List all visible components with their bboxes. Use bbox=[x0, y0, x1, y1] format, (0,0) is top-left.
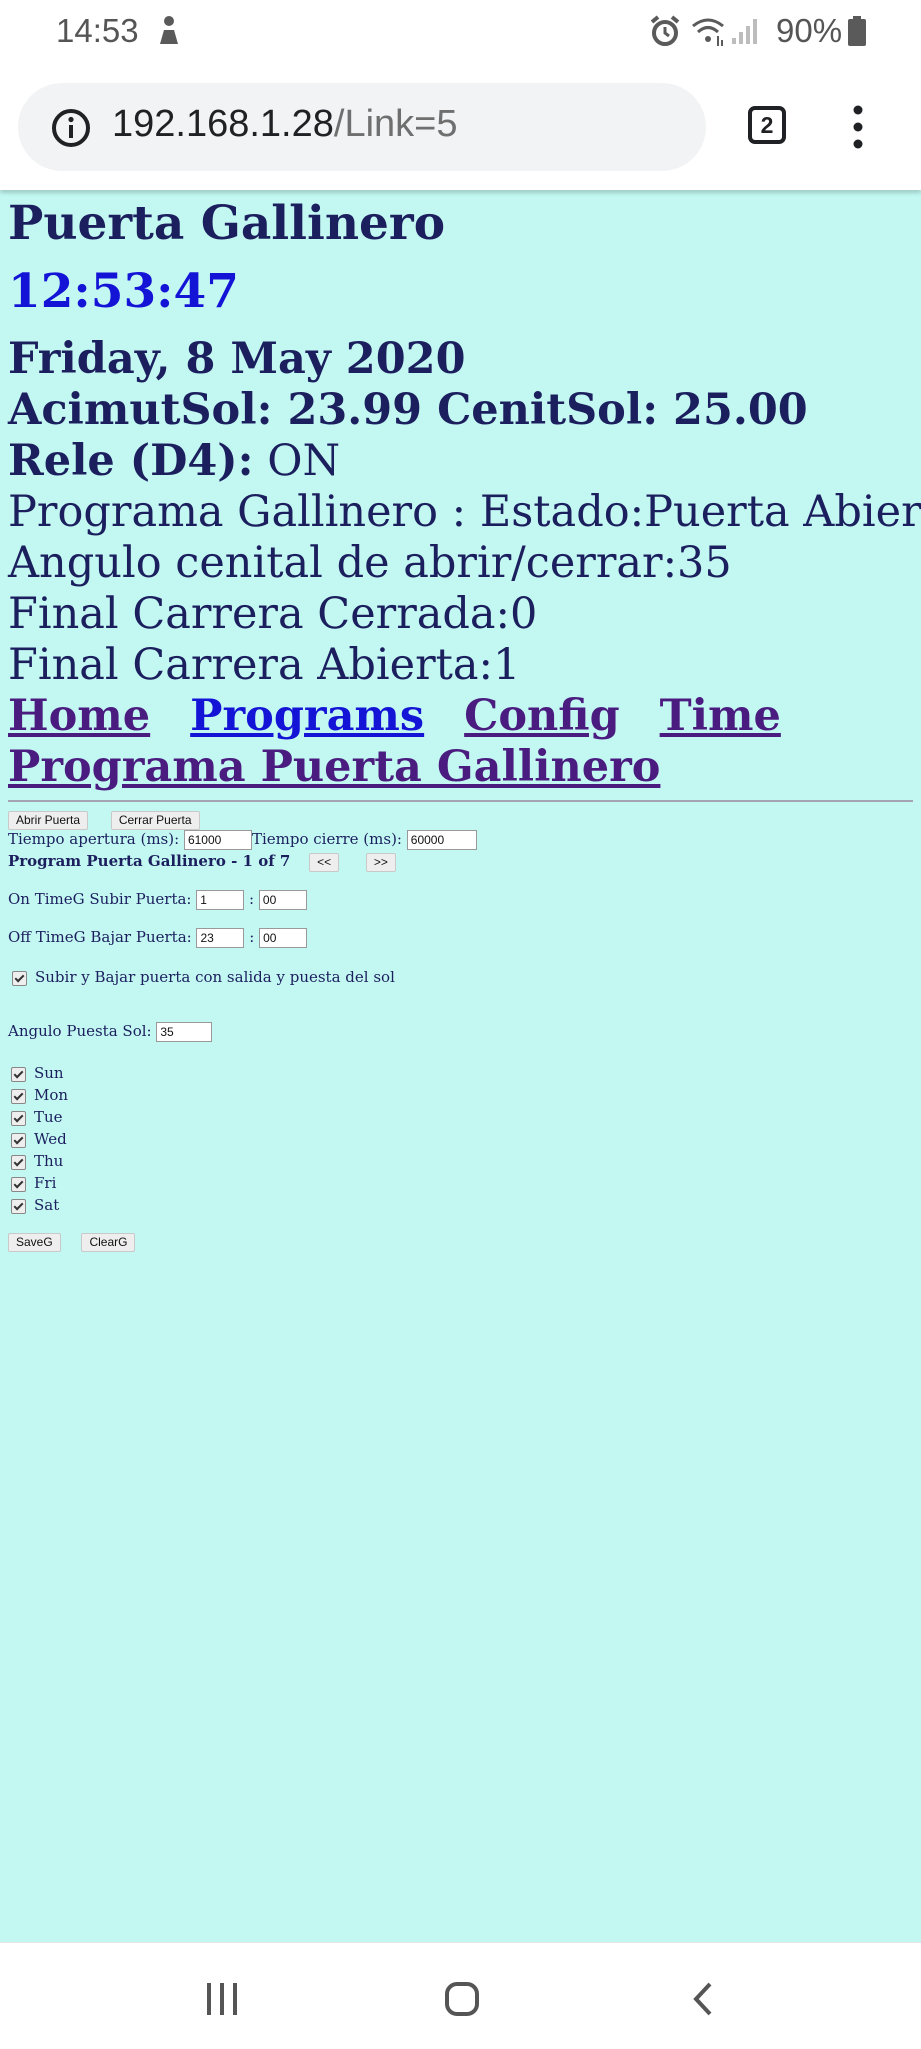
link-time[interactable]: Time bbox=[660, 691, 781, 741]
recents-icon[interactable] bbox=[204, 1981, 240, 2017]
close-time-label: Tiempo cierre (ms): bbox=[251, 830, 402, 848]
day-label-fri: Fri bbox=[34, 1174, 57, 1192]
address-bar[interactable]: 192.168.1.28/Link=5 bbox=[18, 83, 706, 171]
open-time-input[interactable]: 61000 bbox=[183, 830, 252, 850]
day-wed: Wed bbox=[11, 1130, 67, 1148]
day-checkbox-mon[interactable] bbox=[11, 1088, 26, 1104]
day-checkbox-fri[interactable] bbox=[11, 1176, 26, 1192]
page-title: Puerta Gallinero bbox=[8, 196, 446, 251]
home-icon[interactable] bbox=[444, 1981, 480, 2017]
sunset-angle-input[interactable]: 35 bbox=[156, 1022, 213, 1042]
zenith-angle: Angulo cenital de abrir/cerrar:35 bbox=[8, 538, 732, 588]
open-door-button[interactable]: Abrir Puerta bbox=[8, 811, 89, 830]
signal-icon bbox=[732, 19, 757, 44]
program-label: Program Puerta Gallinero - 1 of 7 bbox=[8, 852, 291, 870]
day-thu: Thu bbox=[11, 1152, 63, 1170]
browser-toolbar: 192.168.1.28/Link=5 2 bbox=[0, 68, 921, 190]
link-home[interactable]: Home bbox=[8, 691, 150, 741]
next-program-button[interactable]: >> bbox=[365, 853, 396, 872]
azimuth-value: 23.99 bbox=[287, 385, 423, 435]
sun-option-label: Subir y Bajar puerta con salida y puesta… bbox=[35, 968, 395, 986]
day-label-sat: Sat bbox=[34, 1196, 60, 1214]
program-status: Programa Gallinero : Estado:Puerta Abier… bbox=[8, 487, 921, 537]
url-text[interactable]: 192.168.1.28/Link=5 bbox=[112, 103, 457, 146]
save-button[interactable]: SaveG bbox=[8, 1233, 61, 1252]
battery-icon bbox=[848, 16, 866, 46]
back-icon[interactable] bbox=[688, 1981, 718, 2017]
url-host: 192.168.1.28 bbox=[112, 103, 334, 145]
day-sat: Sat bbox=[11, 1196, 59, 1214]
day-checkbox-tue[interactable] bbox=[11, 1110, 26, 1126]
sun-position-line: AcimutSol: 23.99 CenitSol: 25.00 bbox=[8, 385, 913, 436]
day-checkbox-sun[interactable] bbox=[11, 1066, 26, 1082]
zenith-value: 25.00 bbox=[673, 385, 808, 435]
link-config[interactable]: Config bbox=[464, 691, 620, 741]
day-label-tue: Tue bbox=[34, 1108, 63, 1126]
url-path: /Link=5 bbox=[333, 103, 458, 145]
off-minute-input[interactable]: 00 bbox=[259, 928, 308, 948]
off-hour-input[interactable]: 23 bbox=[196, 928, 245, 948]
on-minute-input[interactable]: 00 bbox=[258, 890, 307, 910]
azimuth-label: AcimutSol: bbox=[8, 385, 273, 435]
limit-closed: Final Carrera Cerrada:0 bbox=[8, 589, 538, 639]
day-fri: Fri bbox=[11, 1174, 56, 1192]
info-icon[interactable] bbox=[50, 107, 92, 149]
system-nav-bar bbox=[0, 1942, 921, 2049]
day-tue: Tue bbox=[11, 1108, 63, 1126]
close-door-button[interactable]: Cerrar Puerta bbox=[110, 811, 200, 830]
sun-option-checkbox[interactable] bbox=[12, 970, 27, 986]
day-checkbox-thu[interactable] bbox=[11, 1154, 26, 1170]
prev-program-button[interactable]: << bbox=[309, 853, 340, 872]
date-line: Friday, 8 May 2020 bbox=[8, 334, 913, 385]
clear-button[interactable]: ClearG bbox=[81, 1233, 136, 1252]
date: Friday, 8 May 2020 bbox=[8, 334, 466, 384]
more-options-icon[interactable] bbox=[846, 104, 870, 150]
open-time-label: Tiempo apertura (ms): bbox=[8, 830, 180, 848]
zenith-label: CenitSol: bbox=[437, 385, 659, 435]
status-bar: 14:53 90% bbox=[0, 0, 921, 68]
status-time: 14:53 bbox=[56, 12, 139, 49]
link-programs[interactable]: Programs bbox=[190, 691, 424, 741]
battery-percent: 90% bbox=[776, 12, 843, 49]
sunset-angle-label: Angulo Puesta Sol: bbox=[8, 1022, 152, 1040]
page-content: Puerta Gallinero 12:53:47 Friday, 8 May … bbox=[8, 196, 921, 793]
close-time-input[interactable]: 60000 bbox=[406, 830, 477, 850]
relay-label: Rele (D4): bbox=[8, 436, 254, 486]
day-label-mon: Mon bbox=[34, 1086, 69, 1104]
on-time-label: On TimeG Subir Puerta: bbox=[8, 890, 192, 908]
off-time-label: Off TimeG Bajar Puerta: bbox=[8, 928, 192, 946]
alarm-icon bbox=[650, 15, 680, 46]
off-time-separator: : bbox=[249, 928, 255, 946]
day-mon: Mon bbox=[11, 1086, 68, 1104]
day-checkbox-wed[interactable] bbox=[11, 1132, 26, 1148]
day-label-sun: Sun bbox=[34, 1064, 64, 1082]
person-icon bbox=[160, 16, 178, 44]
day-label-thu: Thu bbox=[34, 1152, 64, 1170]
on-time-separator: : bbox=[249, 890, 255, 908]
day-label-wed: Wed bbox=[34, 1130, 67, 1148]
tab-switcher-button[interactable]: 2 bbox=[748, 106, 786, 144]
divider bbox=[8, 800, 913, 802]
nav-links-2: Programa Puerta Gallinero bbox=[8, 742, 913, 793]
day-checkbox-sat[interactable] bbox=[11, 1198, 26, 1214]
wifi-icon bbox=[692, 18, 724, 46]
relay-state: ON bbox=[267, 436, 341, 486]
on-hour-input[interactable]: 1 bbox=[196, 890, 245, 910]
link-programa-puerta[interactable]: Programa Puerta Gallinero bbox=[8, 742, 660, 792]
nav-links: Home Programs Config Time bbox=[8, 691, 913, 742]
clock: 12:53:47 bbox=[8, 264, 239, 319]
day-sun: Sun bbox=[11, 1064, 64, 1082]
limit-open: Final Carrera Abierta:1 bbox=[8, 640, 521, 690]
relay-line: Rele (D4): ON bbox=[8, 436, 913, 487]
